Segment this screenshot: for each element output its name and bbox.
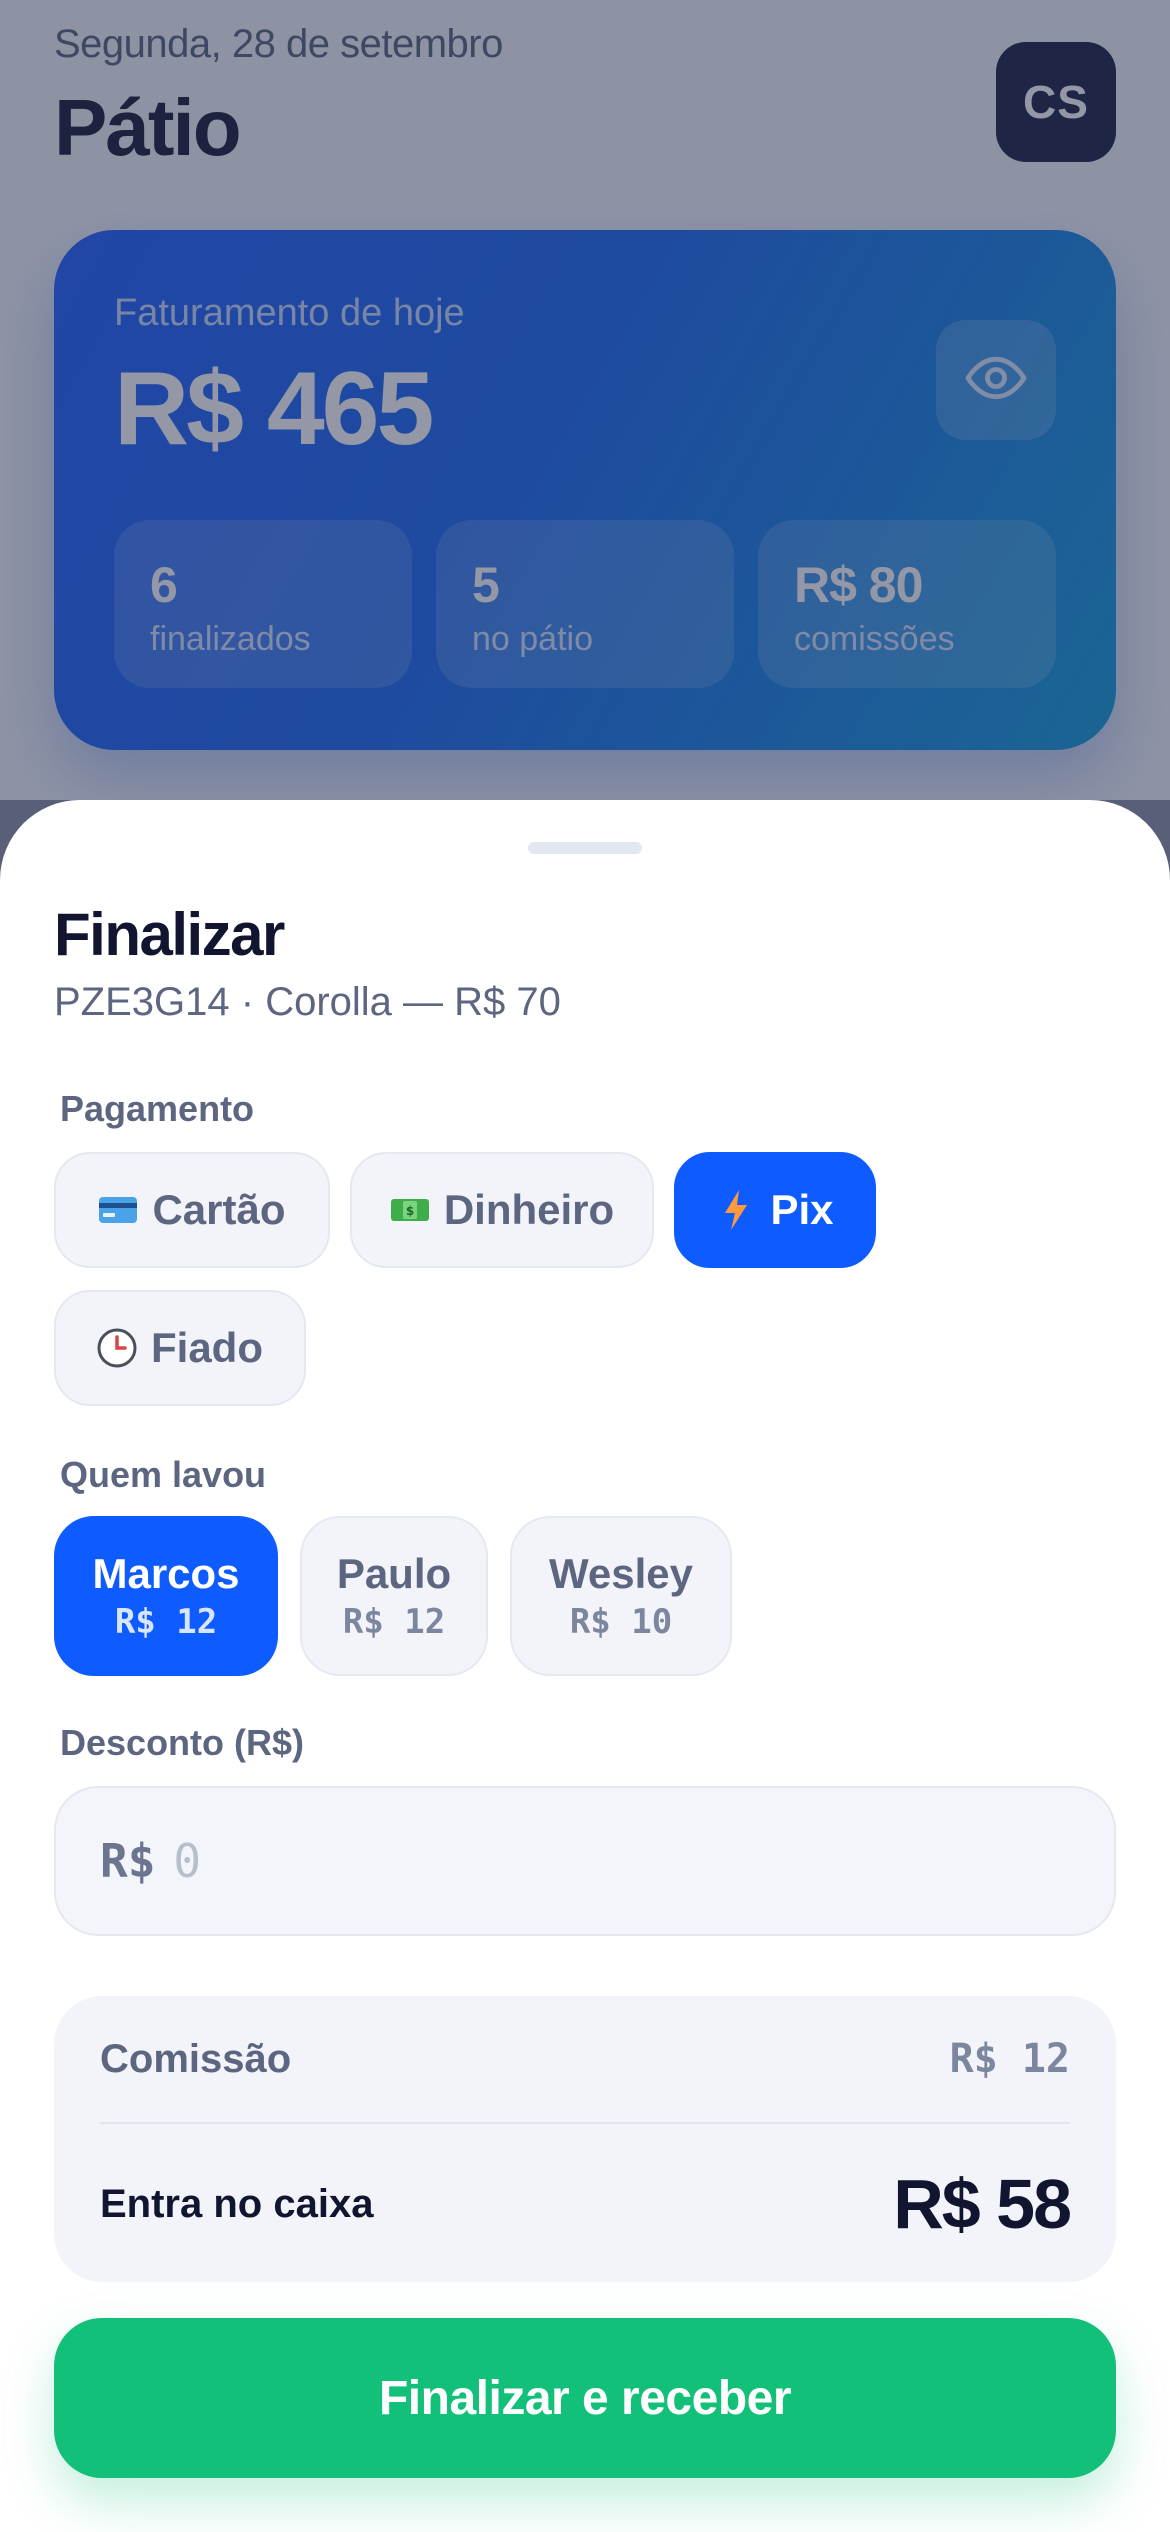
washer-commission: R$ 10 — [569, 1602, 673, 1642]
commission-row: Comissão R$ 12 — [100, 1996, 1070, 2124]
sheet-title: Finalizar — [54, 901, 285, 968]
payment-option-label: Pix — [770, 1186, 834, 1233]
washer-label: Quem lavou — [60, 1454, 267, 1495]
payment-option-cash[interactable]: $ Dinheiro — [350, 1152, 654, 1268]
washer-name: Wesley — [549, 1550, 693, 1597]
payment-option-credit-tab[interactable]: Fiado — [54, 1290, 306, 1406]
payment-label: Pagamento — [60, 1088, 255, 1129]
currency-prefix: R$ — [100, 1834, 156, 1888]
discount-field[interactable]: R$ — [54, 1786, 1116, 1936]
payment-option-label: Dinheiro — [443, 1186, 615, 1233]
sheet-subtitle: PZE3G14 · Corolla — R$ 70 — [54, 980, 561, 1024]
cash-icon: $ — [390, 1190, 430, 1230]
svg-text:$: $ — [406, 1204, 414, 1218]
sheet-grabber[interactable] — [528, 842, 642, 854]
washer-name: Paulo — [336, 1550, 452, 1597]
commission-value: R$ 12 — [949, 2036, 1070, 2082]
discount-label: Desconto (R$) — [60, 1722, 305, 1763]
net-value: R$ 58 — [893, 2165, 1072, 2243]
credit-card-icon — [98, 1190, 138, 1230]
washer-option-paulo[interactable]: Paulo R$ 12 — [300, 1516, 488, 1676]
net-row: Entra no caixa R$ 58 — [100, 2126, 1072, 2282]
commission-label: Comissão — [100, 2036, 292, 2081]
payment-option-pix[interactable]: Pix — [674, 1152, 876, 1268]
finalize-button[interactable]: Finalizar e receber — [54, 2318, 1116, 2478]
clock-icon — [97, 1328, 137, 1368]
washer-commission: R$ 12 — [114, 1602, 218, 1642]
finalize-sheet: Finalizar PZE3G14 · Corolla — R$ 70 Paga… — [0, 800, 1170, 2532]
payment-option-label: Cartão — [152, 1186, 286, 1233]
discount-input[interactable] — [173, 1834, 774, 1888]
washer-commission: R$ 12 — [342, 1602, 446, 1642]
washer-name: Marcos — [92, 1550, 240, 1597]
payment-option-card[interactable]: Cartão — [54, 1152, 330, 1268]
lightning-icon — [716, 1190, 756, 1230]
payment-option-label: Fiado — [151, 1324, 263, 1371]
net-label: Entra no caixa — [100, 2181, 374, 2226]
summary-card: Comissão R$ 12 Entra no caixa R$ 58 — [54, 1996, 1116, 2282]
washer-option-wesley[interactable]: Wesley R$ 10 — [510, 1516, 732, 1676]
washer-option-marcos[interactable]: Marcos R$ 12 — [54, 1516, 278, 1676]
